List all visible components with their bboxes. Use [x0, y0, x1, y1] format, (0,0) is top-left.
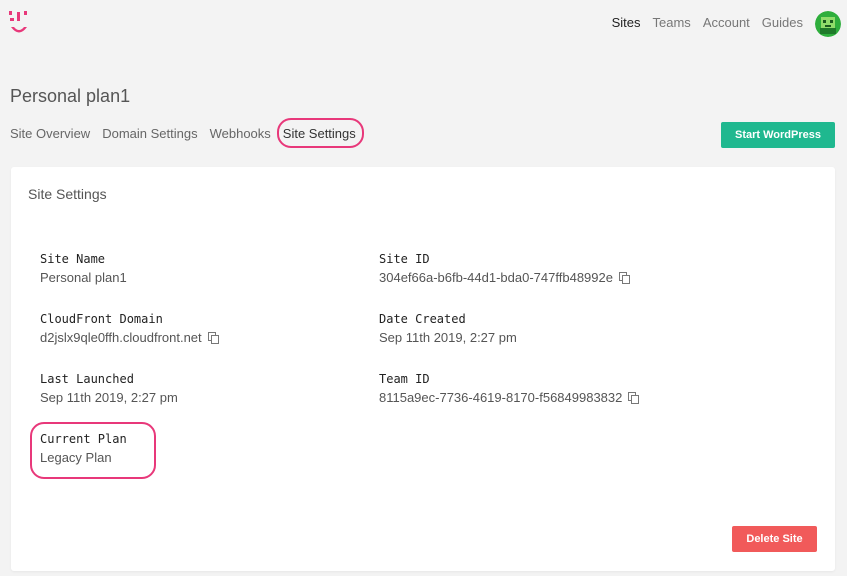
field-label: Last Launched	[40, 372, 134, 386]
field-label: Team ID	[379, 372, 430, 386]
field-value: d2jslx9qle0ffh.cloudfront.net	[40, 330, 202, 345]
start-wordpress-button[interactable]: Start WordPress	[721, 122, 835, 148]
nav-guides[interactable]: Guides	[762, 15, 803, 30]
field-cloudfront-domain: CloudFront Domain d2jslx9qle0ffh.cloudfr…	[40, 312, 219, 345]
field-value: Personal plan1	[40, 270, 127, 285]
field-date-created: Date Created Sep 11th 2019, 2:27 pm	[379, 312, 517, 345]
site-settings-card: Site Settings Site Name Personal plan1 S…	[11, 167, 835, 571]
field-site-id: Site ID 304ef66a-b6fb-44d1-bda0-747ffb48…	[379, 252, 630, 285]
nav-sites[interactable]: Sites	[612, 15, 641, 30]
field-team-id: Team ID 8115a9ec-7736-4619-8170-f5684998…	[379, 372, 640, 405]
copy-icon[interactable]	[207, 331, 219, 344]
field-current-plan: Current Plan Legacy Plan	[40, 432, 127, 465]
field-label: Current Plan	[40, 432, 127, 446]
tab-webhooks[interactable]: Webhooks	[210, 126, 271, 148]
tab-domain-settings[interactable]: Domain Settings	[102, 126, 197, 148]
page-title: Personal plan1	[10, 86, 131, 106]
nav-account[interactable]: Account	[703, 15, 750, 30]
field-label: Site ID	[379, 252, 430, 266]
field-label: Site Name	[40, 252, 106, 266]
tab-site-overview[interactable]: Site Overview	[10, 126, 90, 148]
delete-site-button[interactable]: Delete Site	[732, 526, 817, 552]
field-value: Legacy Plan	[40, 450, 112, 465]
nav-teams[interactable]: Teams	[653, 15, 691, 30]
field-label: CloudFront Domain	[40, 312, 163, 326]
card-title: Site Settings	[28, 186, 107, 202]
field-value: 8115a9ec-7736-4619-8170-f56849983832	[379, 390, 623, 405]
field-site-name: Site Name Personal plan1	[40, 252, 127, 285]
brand-logo-icon[interactable]	[8, 10, 30, 38]
main-nav: Sites Teams Account Guides	[600, 15, 803, 30]
field-last-launched: Last Launched Sep 11th 2019, 2:27 pm	[40, 372, 178, 405]
copy-icon[interactable]	[618, 271, 630, 284]
top-navigation: Sites Teams Account Guides	[0, 0, 847, 46]
field-label: Date Created	[379, 312, 466, 326]
field-value: Sep 11th 2019, 2:27 pm	[40, 390, 178, 405]
field-value: Sep 11th 2019, 2:27 pm	[379, 330, 517, 345]
copy-icon[interactable]	[628, 391, 640, 404]
user-avatar[interactable]	[815, 11, 841, 37]
field-value: 304ef66a-b6fb-44d1-bda0-747ffb48992e	[379, 270, 613, 285]
tab-site-settings[interactable]: Site Settings	[276, 118, 364, 148]
site-tabs: Site Overview Domain Settings Webhooks S…	[10, 118, 376, 148]
